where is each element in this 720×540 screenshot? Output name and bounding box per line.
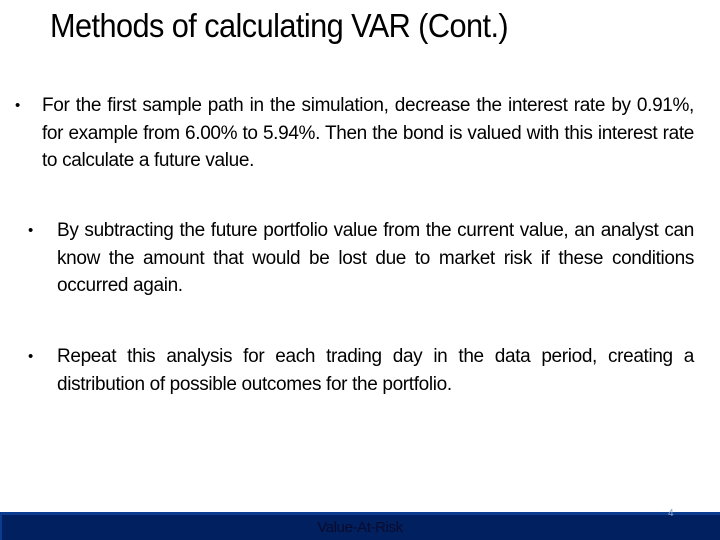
bullet-text: For the first sample path in the simulat… (42, 95, 694, 171)
bullet-marker-icon: • (15, 97, 21, 114)
bullet-item: • For the first sample path in the simul… (15, 92, 694, 175)
bullet-item: • By subtracting the future portfolio va… (28, 217, 694, 300)
page-number: 4 (668, 508, 674, 519)
footer-label: Value-At-Risk (317, 519, 403, 536)
bullet-marker-icon: • (28, 348, 34, 365)
bullet-item: • Repeat this analysis for each trading … (28, 343, 694, 398)
bullet-marker-icon: • (28, 222, 34, 239)
bullet-text: By subtracting the future portfolio valu… (57, 220, 694, 296)
slide-title: Methods of calculating VAR (Cont.) (50, 7, 509, 44)
bullet-text: Repeat this analysis for each trading da… (57, 346, 694, 395)
